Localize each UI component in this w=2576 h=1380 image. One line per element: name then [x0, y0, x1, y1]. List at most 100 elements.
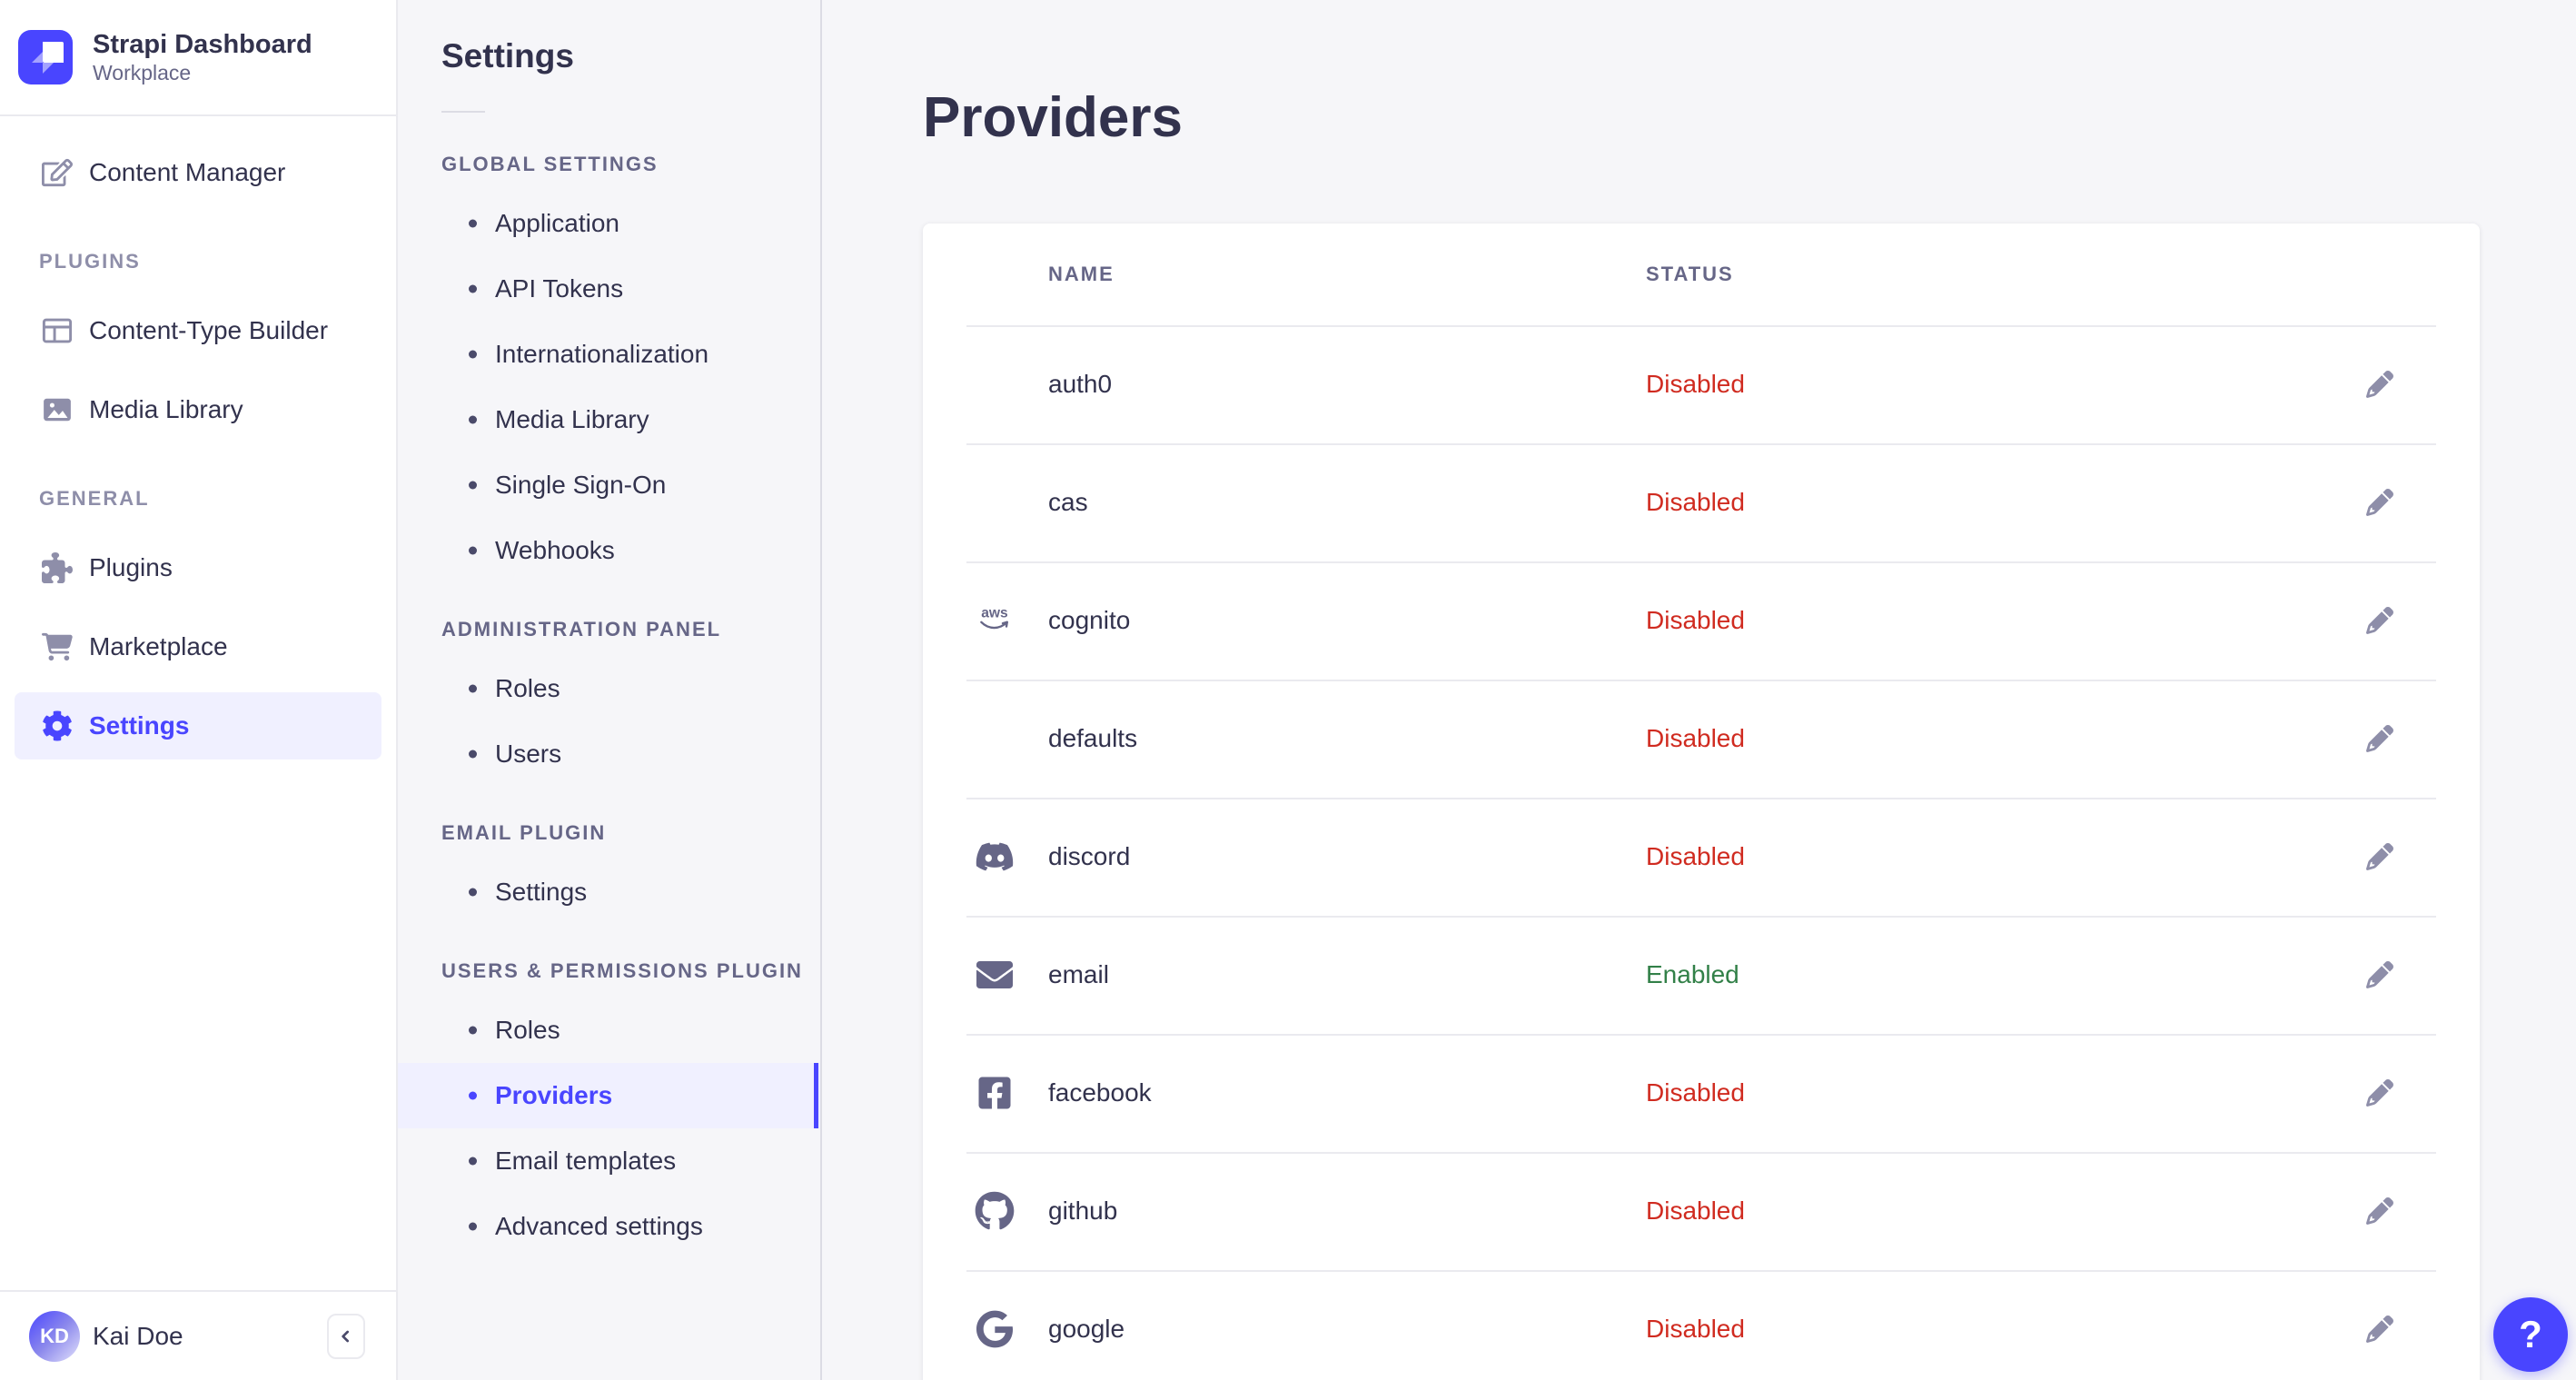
provider-name: cognito [1048, 606, 1131, 634]
avatar[interactable]: KD [29, 1310, 80, 1362]
svg-text:aws: aws [981, 605, 1008, 621]
page-title: Providers [923, 85, 1184, 149]
row-divider [966, 680, 2436, 681]
subnav-item-api-tokens[interactable]: API Tokens [398, 256, 820, 322]
bullet-icon [469, 219, 477, 228]
sidebar-section-label-general: GENERAL [39, 487, 150, 510]
pencil-icon [2366, 1197, 2393, 1225]
image-icon [42, 394, 73, 425]
subnav-item-media-library[interactable]: Media Library [398, 387, 820, 452]
gear-icon [42, 710, 73, 741]
subnav-item-label: Roles [495, 674, 560, 702]
table-row-defaults[interactable]: defaults Disabled [923, 680, 2480, 798]
table-row-cas[interactable]: cas Disabled [923, 443, 2480, 561]
bullet-icon [469, 1091, 477, 1100]
bullet-icon [469, 750, 477, 759]
provider-status: Disabled [1646, 724, 1745, 752]
row-divider [966, 561, 2436, 563]
bullet-icon [469, 481, 477, 490]
subnav-section-label-global-settings: GLOBAL SETTINGS [441, 153, 659, 175]
subnav-item-users[interactable]: Users [398, 721, 820, 787]
provider-name: github [1048, 1196, 1118, 1225]
sidebar-item-label: Media Library [89, 395, 243, 423]
provider-status: Disabled [1646, 370, 1745, 398]
provider-name: defaults [1048, 724, 1138, 752]
subnav-section-label-administration-panel: ADMINISTRATION PANEL [441, 618, 722, 640]
collapse-sidebar-button[interactable] [327, 1313, 365, 1359]
edit-provider-button[interactable] [2358, 835, 2402, 879]
strapi-logo-icon [18, 30, 73, 84]
provider-status: Disabled [1646, 1315, 1745, 1343]
row-divider [966, 1152, 2436, 1154]
table-row-discord[interactable]: discord Disabled [923, 798, 2480, 916]
workspace-header[interactable]: Strapi Dashboard Workplace [0, 0, 396, 116]
row-divider [966, 443, 2436, 445]
app-title: Strapi Dashboard [93, 30, 312, 59]
pencil-icon [2366, 1315, 2393, 1343]
sidebar-footer: KD Kai Doe [0, 1290, 396, 1380]
provider-name: discord [1048, 842, 1131, 870]
subnav-item-advanced-settings[interactable]: Advanced settings [398, 1194, 820, 1259]
edit-provider-button[interactable] [2358, 1189, 2402, 1233]
sidebar-section-label-plugins: PLUGINS [39, 250, 141, 273]
layout-icon [42, 315, 73, 346]
provider-name: email [1048, 960, 1109, 988]
sidebar-item-media-library[interactable]: Media Library [15, 376, 381, 443]
sidebar-item-marketplace[interactable]: Marketplace [15, 613, 381, 680]
edit-provider-button[interactable] [2358, 362, 2402, 406]
bullet-icon [469, 350, 477, 359]
workspace-title-block: Strapi Dashboard Workplace [93, 29, 312, 85]
google-icon [974, 1308, 1016, 1350]
sidebar-item-content-type-builder[interactable]: Content-Type Builder [15, 297, 381, 364]
edit-provider-button[interactable] [2358, 1307, 2402, 1351]
edit-provider-button[interactable] [2358, 1071, 2402, 1115]
subnav-item-roles[interactable]: Roles [398, 998, 820, 1063]
sidebar-item-label: Plugins [89, 553, 173, 581]
puzzle-icon [42, 552, 73, 583]
table-row-google[interactable]: google Disabled [923, 1270, 2480, 1380]
sidebar-nav: Content Manager PLUGINS Content-Type Build… [0, 116, 396, 1290]
sidebar-item-label: Content Manager [89, 158, 286, 186]
subnav-section-label-email-plugin: EMAIL PLUGIN [441, 821, 607, 844]
table-row-cognito[interactable]: aws cognito Disabled [923, 561, 2480, 680]
provider-name: cas [1048, 488, 1088, 516]
help-button[interactable]: ? [2493, 1297, 2568, 1372]
sidebar-item-settings[interactable]: Settings [15, 692, 381, 759]
subnav-item-label: Advanced settings [495, 1212, 703, 1240]
subnav-item-providers[interactable]: Providers [398, 1063, 820, 1128]
envelope-icon [974, 954, 1016, 996]
table-row-github[interactable]: github Disabled [923, 1152, 2480, 1270]
subnav-section-label-users-permissions-plugin: USERS & PERMISSIONS PLUGIN [441, 959, 803, 982]
pencil-icon [2366, 371, 2393, 398]
edit-provider-button[interactable] [2358, 599, 2402, 642]
chevron-left-icon [337, 1325, 355, 1348]
provider-status: Enabled [1646, 960, 1739, 988]
sidebar-item-plugins[interactable]: Plugins [15, 534, 381, 601]
provider-status: Disabled [1646, 606, 1745, 634]
edit-provider-button[interactable] [2358, 717, 2402, 760]
user-name: Kai Doe [93, 1321, 183, 1350]
table-row-email[interactable]: email Enabled [923, 916, 2480, 1034]
subnav-item-email-templates[interactable]: Email templates [398, 1128, 820, 1194]
table-header-row: NAME STATUS [923, 223, 2480, 325]
pencil-icon [2366, 489, 2393, 516]
sidebar-item-content-manager[interactable]: Content Manager [15, 139, 381, 206]
row-divider [966, 1270, 2436, 1272]
strapi-admin-app: Strapi Dashboard Workplace Content Manag… [0, 0, 2576, 1380]
subnav-item-single-sign-on[interactable]: Single Sign-On [398, 452, 820, 518]
pencil-icon [2366, 1079, 2393, 1107]
sidebar: Strapi Dashboard Workplace Content Manag… [0, 0, 398, 1380]
row-divider [966, 325, 2436, 327]
sidebar-item-label: Marketplace [89, 632, 228, 660]
subnav-item-internationalization[interactable]: Internationalization [398, 322, 820, 387]
table-row-auth0[interactable]: auth0 Disabled [923, 325, 2480, 443]
edit-provider-button[interactable] [2358, 953, 2402, 997]
subnav-item-roles[interactable]: Roles [398, 656, 820, 721]
subnav-item-webhooks[interactable]: Webhooks [398, 518, 820, 583]
table-row-facebook[interactable]: facebook Disabled [923, 1034, 2480, 1152]
subnav-item-settings[interactable]: Settings [398, 859, 820, 925]
provider-status: Disabled [1646, 488, 1745, 516]
edit-provider-button[interactable] [2358, 481, 2402, 524]
subnav-item-application[interactable]: Application [398, 191, 820, 256]
subnav-section-items: Roles Users [398, 656, 820, 787]
